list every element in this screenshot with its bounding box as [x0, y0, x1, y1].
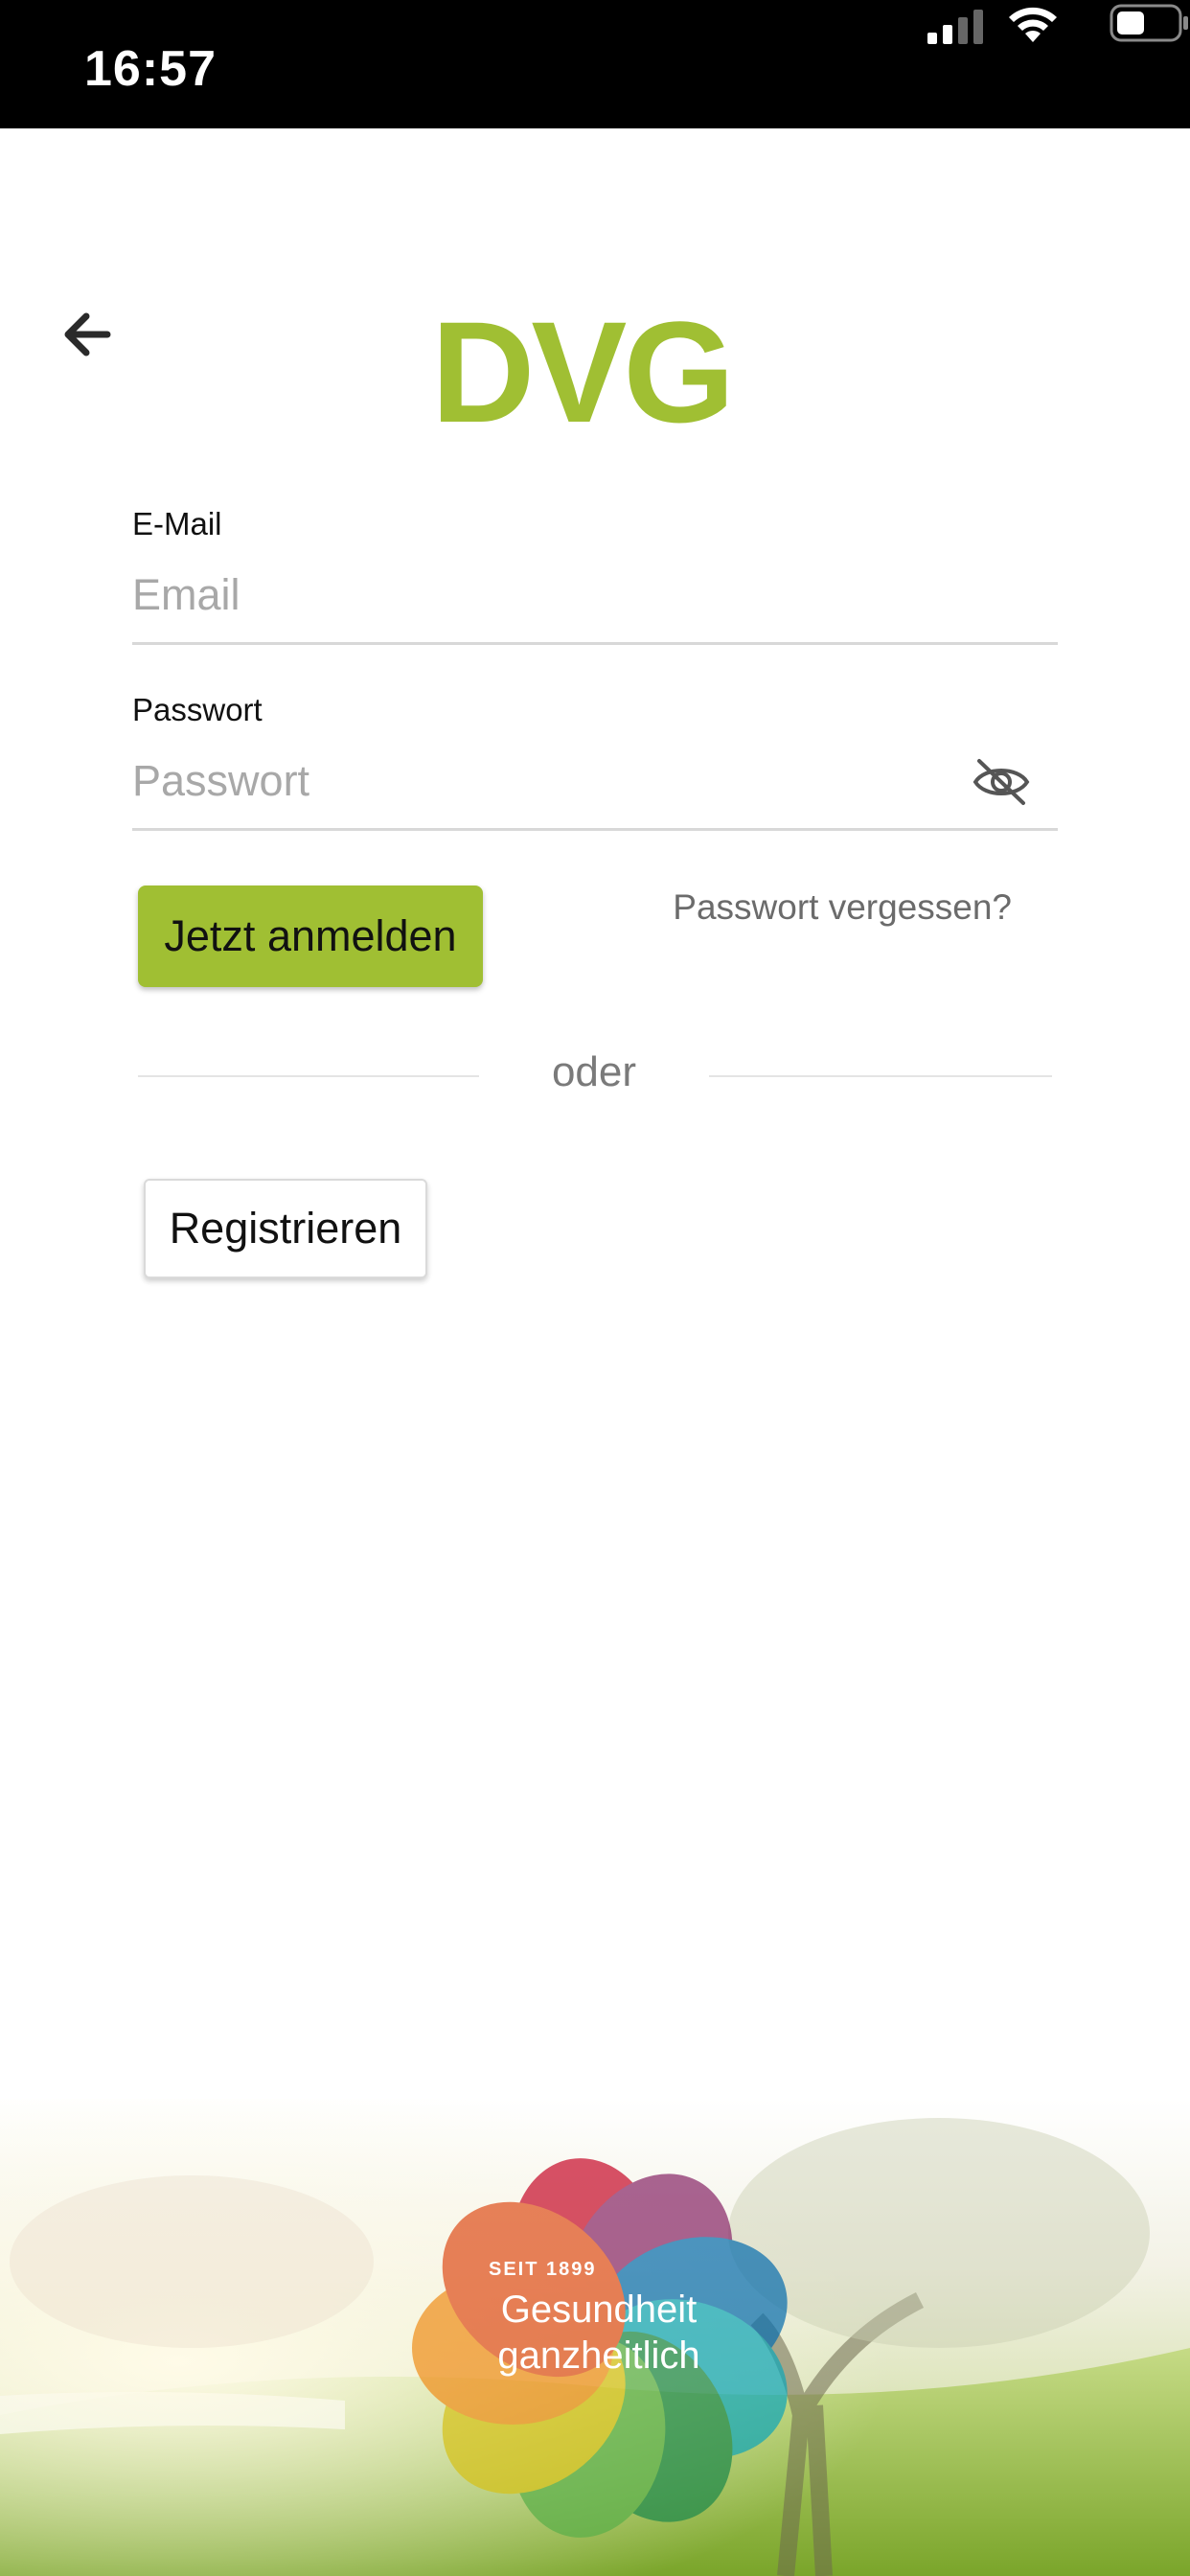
eye-slash-icon[interactable] [972, 755, 1031, 809]
badge-line-1: Gesundheit [500, 2288, 698, 2331]
email-input[interactable] [132, 562, 975, 629]
dvg-logo: DVG [431, 292, 735, 426]
register-button[interactable]: Registrieren [144, 1179, 427, 1278]
back-arrow-icon[interactable] [57, 305, 117, 364]
password-label: Passwort [132, 692, 263, 727]
divider-text: oder [551, 1048, 637, 1095]
email-label: E-Mail [132, 506, 222, 541]
divider-line-right [709, 1075, 1052, 1077]
divider-line-left [138, 1075, 479, 1077]
login-button[interactable]: Jetzt anmelden [138, 886, 483, 987]
wifi-icon [1009, 7, 1057, 42]
password-input[interactable] [132, 748, 975, 815]
password-underline [132, 828, 1058, 831]
battery-icon [1110, 4, 1188, 42]
status-time: 16:57 [84, 41, 217, 97]
cellular-signal-icon [927, 10, 983, 44]
svg-text:DVG: DVG [431, 292, 731, 426]
forgot-password-link[interactable]: Passwort vergessen? [673, 887, 1012, 928]
badge-kicker: SEIT 1899 [489, 2259, 597, 2280]
status-bar: 16:57 [0, 0, 1190, 128]
email-underline [132, 642, 1058, 645]
badge-line-2: ganzheitlich [497, 2334, 700, 2377]
